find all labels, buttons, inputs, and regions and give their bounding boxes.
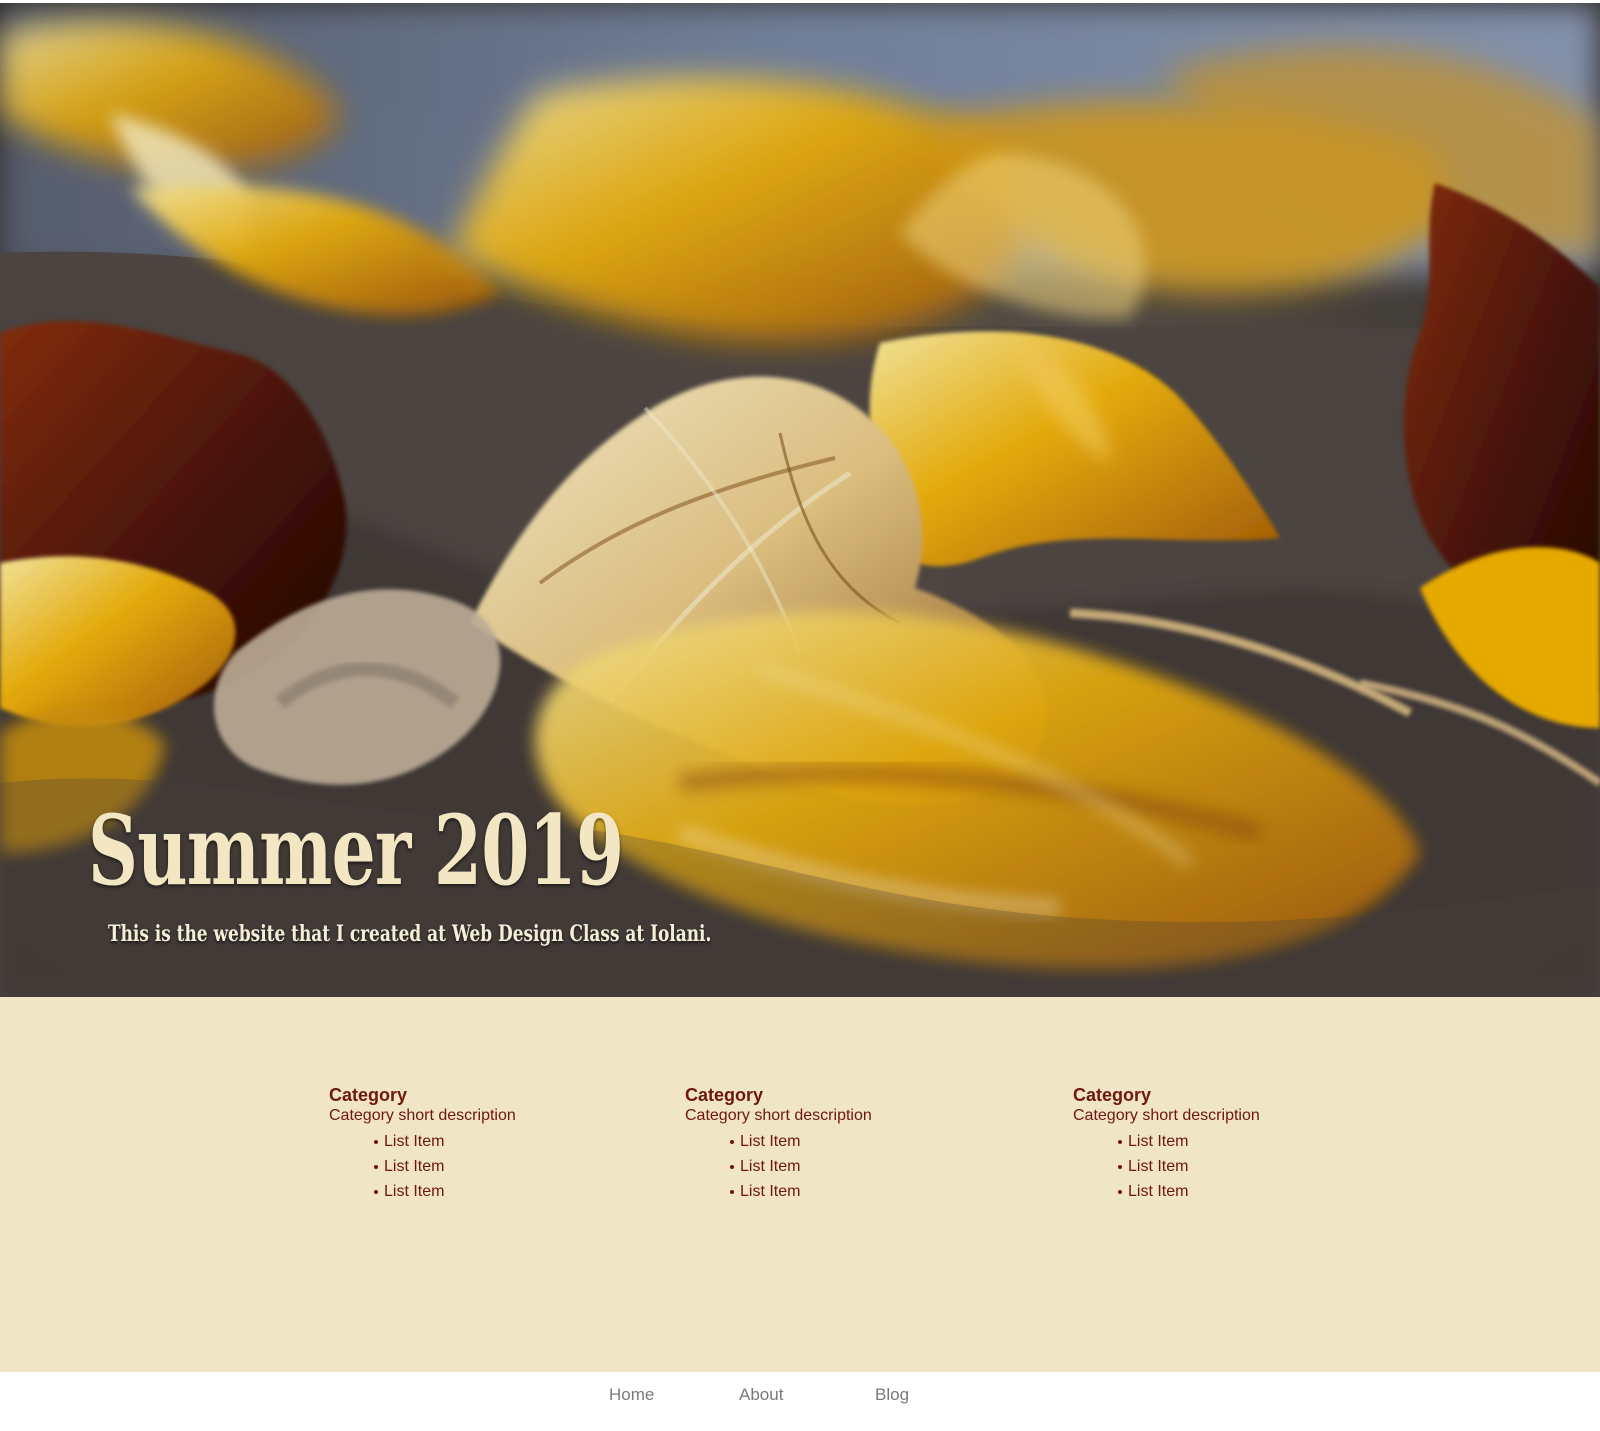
category-list-item-2-2: List Item xyxy=(685,1154,985,1179)
category-list-item-3-2: List Item xyxy=(1073,1154,1373,1179)
hero-subtitle: This is the website that I created at We… xyxy=(108,921,712,947)
category-list-2: List Item List Item List Item xyxy=(685,1129,985,1204)
category-content-section: Category Category short description List… xyxy=(0,997,1600,1372)
hero-title: Summer 2019 xyxy=(88,794,624,907)
category-list-item-1-2: List Item xyxy=(329,1154,629,1179)
category-list-item-2-3: List Item xyxy=(685,1179,985,1204)
category-list-1: List Item List Item List Item xyxy=(329,1129,629,1204)
category-title-3: Category xyxy=(1073,1085,1152,1105)
category-list-item-1-3: List Item xyxy=(329,1179,629,1204)
nav-about-link[interactable]: About xyxy=(739,1385,783,1405)
category-list-item-3-1: List Item xyxy=(1073,1129,1373,1154)
category-description-3: Category short description xyxy=(1073,1107,1260,1124)
category-card-1: Category Category short description List… xyxy=(329,1085,629,1204)
category-list-item-3-3: List Item xyxy=(1073,1179,1373,1204)
footer-navigation: Home About Blog xyxy=(0,1372,1600,1431)
category-description-1: Category short description xyxy=(329,1107,516,1124)
hero-banner: Summer 2019 This is the website that I c… xyxy=(0,3,1600,997)
category-list-3: List Item List Item List Item xyxy=(1073,1129,1373,1204)
nav-home-link[interactable]: Home xyxy=(609,1385,654,1405)
category-title-1: Category xyxy=(329,1085,408,1105)
category-title-2: Category xyxy=(685,1085,764,1105)
category-description-2: Category short description xyxy=(685,1107,872,1124)
category-list-item-2-1: List Item xyxy=(685,1129,985,1154)
category-card-2: Category Category short description List… xyxy=(685,1085,985,1204)
nav-blog-link[interactable]: Blog xyxy=(875,1385,909,1405)
category-card-3: Category Category short description List… xyxy=(1073,1085,1373,1204)
website-page: Summer 2019 This is the website that I c… xyxy=(0,0,1600,1431)
category-list-item-1-1: List Item xyxy=(329,1129,629,1154)
